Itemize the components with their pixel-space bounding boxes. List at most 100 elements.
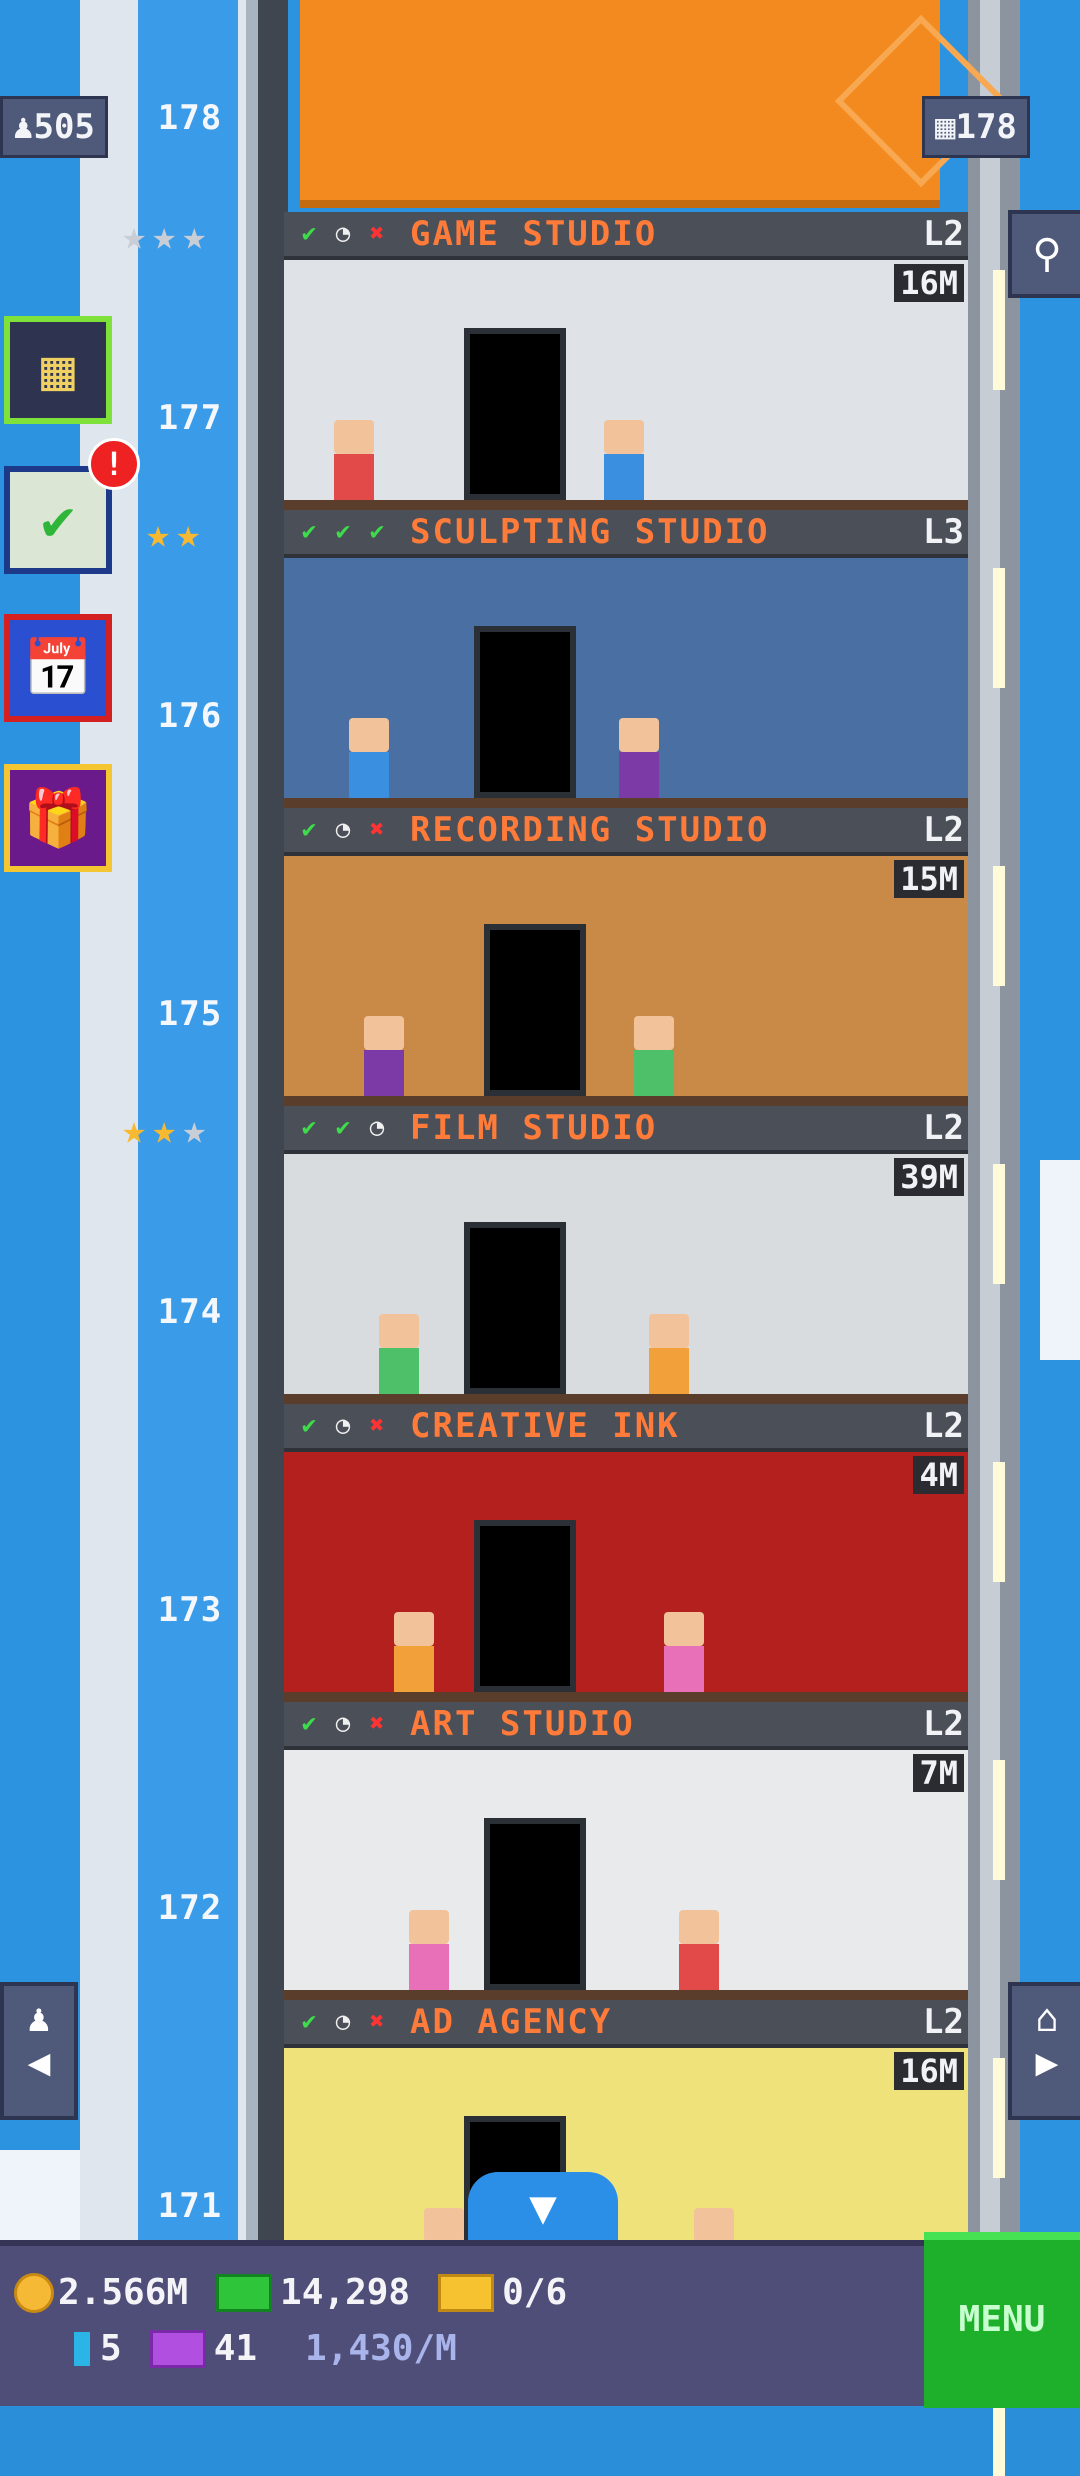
door [484, 1818, 586, 1990]
silver-star-icon: ★ [122, 213, 147, 259]
person[interactable] [649, 1314, 689, 1394]
check-icon: ✔ [301, 219, 317, 247]
scroll-down-button[interactable]: ▼ [468, 2172, 618, 2242]
person[interactable] [394, 1612, 434, 1692]
clock-icon: ◔ [369, 1113, 385, 1141]
star-rating: ★ ★ ★ [122, 214, 206, 258]
tower-window [993, 1760, 1005, 1880]
tower-window [993, 2058, 1005, 2178]
door [474, 626, 576, 798]
person[interactable] [679, 1910, 719, 1990]
magnifier-icon: ⚲ [1032, 231, 1062, 277]
floor-number-173: 173 [157, 1590, 223, 1630]
floor-number-174: 174 [157, 1292, 223, 1332]
notification-badge: ! [88, 438, 140, 490]
clock-icon: ◔ [335, 1709, 351, 1737]
floor-header: ✔ ◔ ✖ GAME STUDIO L2 [284, 212, 968, 260]
person[interactable] [364, 1016, 404, 1096]
floor-sculpting-studio[interactable]: ✔ ✔ ✔ SCULPTING STUDIO L3 [284, 510, 968, 808]
person[interactable] [334, 420, 374, 500]
floor-game-studio[interactable]: ✔ ◔ ✖ GAME STUDIO L2 16M [284, 212, 968, 510]
floor-recording-studio[interactable]: ✔ ◔ ✖ RECORDING STUDIO L2 15M [284, 808, 968, 1106]
floor-value: 39M [894, 1158, 964, 1196]
floors-badge[interactable]: ▦178 [922, 96, 1030, 158]
floor-level: L3 [923, 512, 964, 552]
person[interactable] [664, 1612, 704, 1692]
floor-name: ART STUDIO [410, 1704, 635, 1744]
floor-room [284, 856, 968, 1106]
building-floors-icon: ▦ [935, 107, 956, 147]
cross-icon: ✖ [369, 2007, 385, 2035]
bux-value: 14,298 [280, 2272, 411, 2313]
check-icon: ✔ [301, 517, 317, 545]
floor-value: 16M [894, 2052, 964, 2090]
check-icon: ✔ [301, 1411, 317, 1439]
floor-name: FILM STUDIO [410, 1108, 658, 1148]
search-button[interactable]: ⚲ [1008, 210, 1080, 298]
lobby-nav-button[interactable]: ⌂ ▶ [1008, 1982, 1080, 2120]
tickets-value: 0/6 [502, 2272, 568, 2313]
floor-number-172: 172 [157, 1888, 223, 1928]
building-button[interactable]: ▦ [4, 316, 112, 424]
cloud [0, 2150, 80, 2240]
check-icon: ✔ [369, 517, 385, 545]
cross-icon: ✖ [369, 815, 385, 843]
person[interactable] [604, 420, 644, 500]
floor-level: L2 [923, 1108, 964, 1148]
population-count: 505 [33, 107, 95, 147]
gem-icon [74, 2331, 90, 2366]
floor-baseline [284, 500, 968, 510]
gems-value: 5 [100, 2328, 122, 2369]
floor-level: L2 [923, 2002, 964, 2042]
check-icon: ✔ [301, 2007, 317, 2035]
gold-star-icon: ★ [176, 511, 201, 557]
floor-level: L2 [923, 1704, 964, 1744]
home-icon: ⌂ [1035, 1996, 1059, 2040]
star-rating: ★ ★ [146, 512, 200, 556]
floor-name: GAME STUDIO [410, 214, 658, 254]
population-badge[interactable]: ♟505 [0, 96, 108, 158]
floor-creative-ink[interactable]: ✔ ◔ ✖ CREATIVE INK L2 4M [284, 1404, 968, 1702]
silver-star-icon: ★ [182, 1107, 207, 1153]
person[interactable] [349, 718, 389, 798]
status-icons: ✔ ✔ ✔ [294, 516, 392, 548]
floor-baseline [284, 1096, 968, 1106]
status-icons: ✔ ◔ ✖ [294, 814, 392, 846]
gift-button[interactable]: 🎁 [4, 764, 112, 872]
cross-icon: ✖ [369, 219, 385, 247]
menu-button[interactable]: MENU [924, 2232, 1080, 2408]
door [474, 1520, 576, 1692]
star-rating: ★ ★ ★ [122, 1108, 206, 1152]
person[interactable] [409, 1910, 449, 1990]
calendar-button[interactable]: 📅 [4, 614, 112, 722]
silver-star-icon: ★ [182, 213, 207, 259]
shaft-edge [246, 0, 258, 2240]
person[interactable] [379, 1314, 419, 1394]
tower-window [993, 568, 1005, 688]
construction-floor[interactable] [300, 0, 1008, 208]
floor-name: SCULPTING STUDIO [410, 512, 770, 552]
status-icons: ✔ ◔ ✖ [294, 1410, 392, 1442]
coins-value: 2.566M [58, 2272, 189, 2313]
resource-bar: 2.566M 14,298 0/6 5 41 1,430/M [0, 2240, 924, 2406]
person[interactable] [619, 718, 659, 798]
income-rate: 1,430/M [305, 2328, 457, 2369]
resources-bottom-row: 5 41 1,430/M [74, 2328, 457, 2369]
floor-film-studio[interactable]: ✔ ✔ ◔ FILM STUDIO L2 39M [284, 1106, 968, 1404]
door [464, 1222, 566, 1394]
elevator-nav-button[interactable]: ♟ ◀ [0, 1982, 78, 2120]
floor-header: ✔ ◔ ✖ ART STUDIO L2 [284, 1702, 968, 1750]
door [464, 328, 566, 500]
check-icon: ✔ [335, 517, 351, 545]
status-icons: ✔ ◔ ✖ [294, 1708, 392, 1740]
calendar-icon: 📅 [23, 636, 93, 701]
bux-icon [216, 2273, 273, 2312]
floor-name: AD AGENCY [410, 2002, 613, 2042]
floor-number-176: 176 [157, 696, 223, 736]
resources-top-row: 2.566M 14,298 0/6 [14, 2272, 567, 2313]
right-arrow-icon: ▶ [1035, 2040, 1059, 2084]
floor-room [284, 1750, 968, 2000]
floor-art-studio[interactable]: ✔ ◔ ✖ ART STUDIO L2 7M [284, 1702, 968, 2000]
person[interactable] [634, 1016, 674, 1096]
elevator-person-icon: ♟ [27, 1996, 51, 2040]
